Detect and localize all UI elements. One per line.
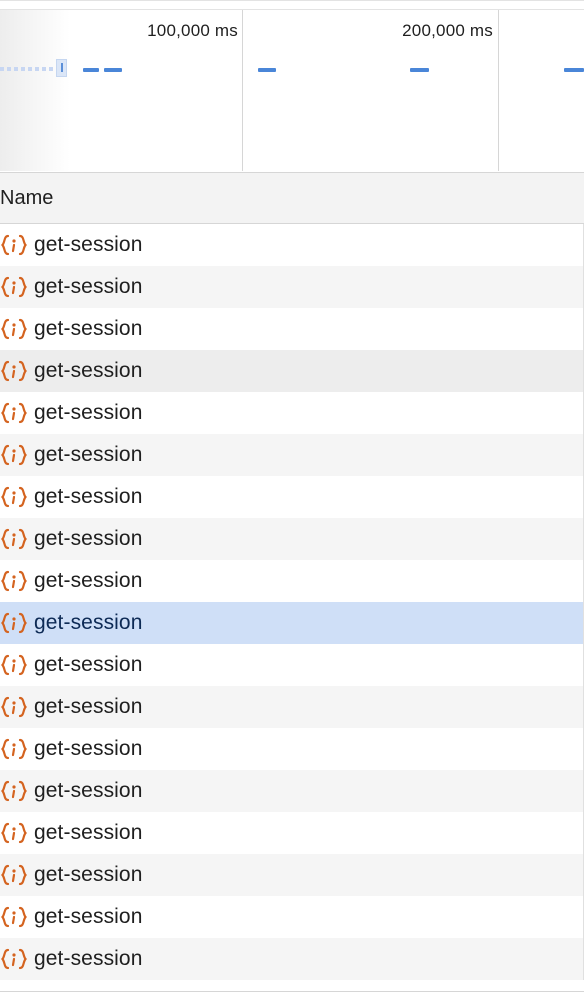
request-name: get-session	[34, 947, 143, 970]
request-name: get-session	[34, 527, 143, 550]
json-braces-icon	[0, 728, 28, 770]
overview-request-bar	[258, 68, 276, 72]
request-name: get-session	[34, 569, 143, 592]
table-row[interactable]: get-session	[0, 896, 584, 938]
table-row[interactable]: get-session	[0, 938, 584, 980]
request-name: get-session	[34, 275, 143, 298]
network-overview-timeline[interactable]: 100,000 ms 200,000 ms	[0, 0, 584, 173]
json-braces-icon	[0, 266, 28, 308]
table-row[interactable]: get-session	[0, 350, 584, 392]
overview-request-dots	[0, 67, 54, 71]
table-row[interactable]: get-session	[0, 308, 584, 350]
json-braces-icon	[0, 770, 28, 812]
json-braces-icon	[0, 434, 28, 476]
request-name: get-session	[34, 317, 143, 340]
table-row[interactable]: get-session	[0, 224, 584, 266]
json-braces-icon	[0, 518, 28, 560]
request-name: get-session	[34, 443, 143, 466]
json-braces-icon	[0, 392, 28, 434]
overview-request-bar	[564, 68, 584, 72]
overview-gridline	[498, 10, 499, 171]
table-row[interactable]: get-session	[0, 518, 584, 560]
request-name: get-session	[34, 359, 143, 382]
request-rows: get-session get-session get-session get-ses…	[0, 224, 584, 980]
json-braces-icon	[0, 854, 28, 896]
request-name: get-session	[34, 401, 143, 424]
json-braces-icon	[0, 644, 28, 686]
table-row[interactable]: get-session	[0, 392, 584, 434]
json-braces-icon	[0, 896, 28, 938]
overview-request-bar	[410, 68, 429, 72]
request-name: get-session	[34, 611, 143, 634]
table-row[interactable]: get-session	[0, 686, 584, 728]
request-name: get-session	[34, 821, 143, 844]
overview-top-border	[0, 9, 584, 10]
table-row[interactable]: get-session	[0, 560, 584, 602]
table-row[interactable]: get-session	[0, 770, 584, 812]
table-row[interactable]: get-session	[0, 434, 584, 476]
overview-window-handle[interactable]	[56, 59, 67, 77]
json-braces-icon	[0, 350, 28, 392]
overview-gridline	[242, 10, 243, 171]
request-name: get-session	[34, 485, 143, 508]
request-name: get-session	[34, 737, 143, 760]
request-name: get-session	[34, 905, 143, 928]
overview-request-bar	[83, 68, 99, 72]
json-braces-icon	[0, 686, 28, 728]
table-bottom-border	[0, 991, 584, 992]
request-name: get-session	[34, 863, 143, 886]
request-name: get-session	[34, 233, 143, 256]
table-header: Name	[0, 172, 584, 224]
overview-tick-label: 200,000 ms	[402, 21, 493, 40]
overview-tick-label: 100,000 ms	[147, 21, 238, 40]
overview-fade	[0, 10, 70, 171]
json-braces-icon	[0, 602, 28, 644]
table-row[interactable]: get-session	[0, 602, 584, 644]
json-braces-icon	[0, 938, 28, 980]
table-row[interactable]: get-session	[0, 854, 584, 896]
table-row[interactable]: get-session	[0, 728, 584, 770]
table-row[interactable]: get-session	[0, 644, 584, 686]
json-braces-icon	[0, 308, 28, 350]
table-row[interactable]: get-session	[0, 476, 584, 518]
request-name: get-session	[34, 695, 143, 718]
table-row[interactable]: get-session	[0, 812, 584, 854]
request-name: get-session	[34, 653, 143, 676]
request-name: get-session	[34, 779, 143, 802]
json-braces-icon	[0, 812, 28, 854]
request-table: Name get-session get-session get-session ge…	[0, 172, 584, 994]
overview-request-bar	[104, 68, 122, 72]
table-row[interactable]: get-session	[0, 266, 584, 308]
json-braces-icon	[0, 560, 28, 602]
json-braces-icon	[0, 224, 28, 266]
json-braces-icon	[0, 476, 28, 518]
name-column-header[interactable]: Name	[0, 187, 53, 210]
